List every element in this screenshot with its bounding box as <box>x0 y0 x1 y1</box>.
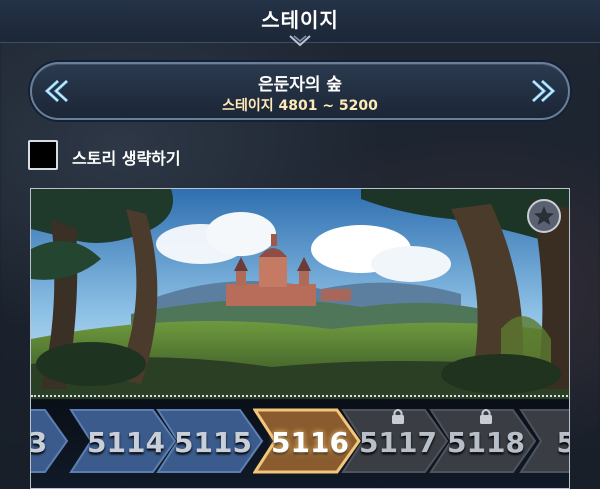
star-icon <box>534 206 554 225</box>
stage-number: 113 <box>31 426 73 459</box>
area-stage-range: 스테이지 4801 ~ 5200 <box>222 98 378 114</box>
area-name: 은둔자의 숲 <box>257 75 343 95</box>
stage-list: 1135114511551165117511851 <box>31 400 570 488</box>
next-area-button[interactable] <box>528 78 558 104</box>
stage-number: 5115 <box>174 426 252 459</box>
page-title: 스테이지 <box>261 8 339 32</box>
skip-story-checkbox[interactable] <box>28 140 58 170</box>
header-bar: 스테이지 <box>0 0 600 47</box>
skip-story-label: 스토리 생략하기 <box>72 149 181 168</box>
area-selector: 은둔자의 숲 스테이지 4801 ~ 5200 <box>30 62 570 120</box>
forest-castle-illustration <box>31 189 569 399</box>
lock-icon <box>569 408 570 425</box>
stage-panel: 1135114511551165117511851 <box>30 188 570 489</box>
lock-icon <box>480 409 492 424</box>
lock-icon <box>392 409 404 424</box>
header-ornament-icon <box>289 35 311 47</box>
scene-divider <box>31 395 569 397</box>
favorite-star-button[interactable] <box>527 199 561 233</box>
stage-number: 51 <box>521 426 569 459</box>
